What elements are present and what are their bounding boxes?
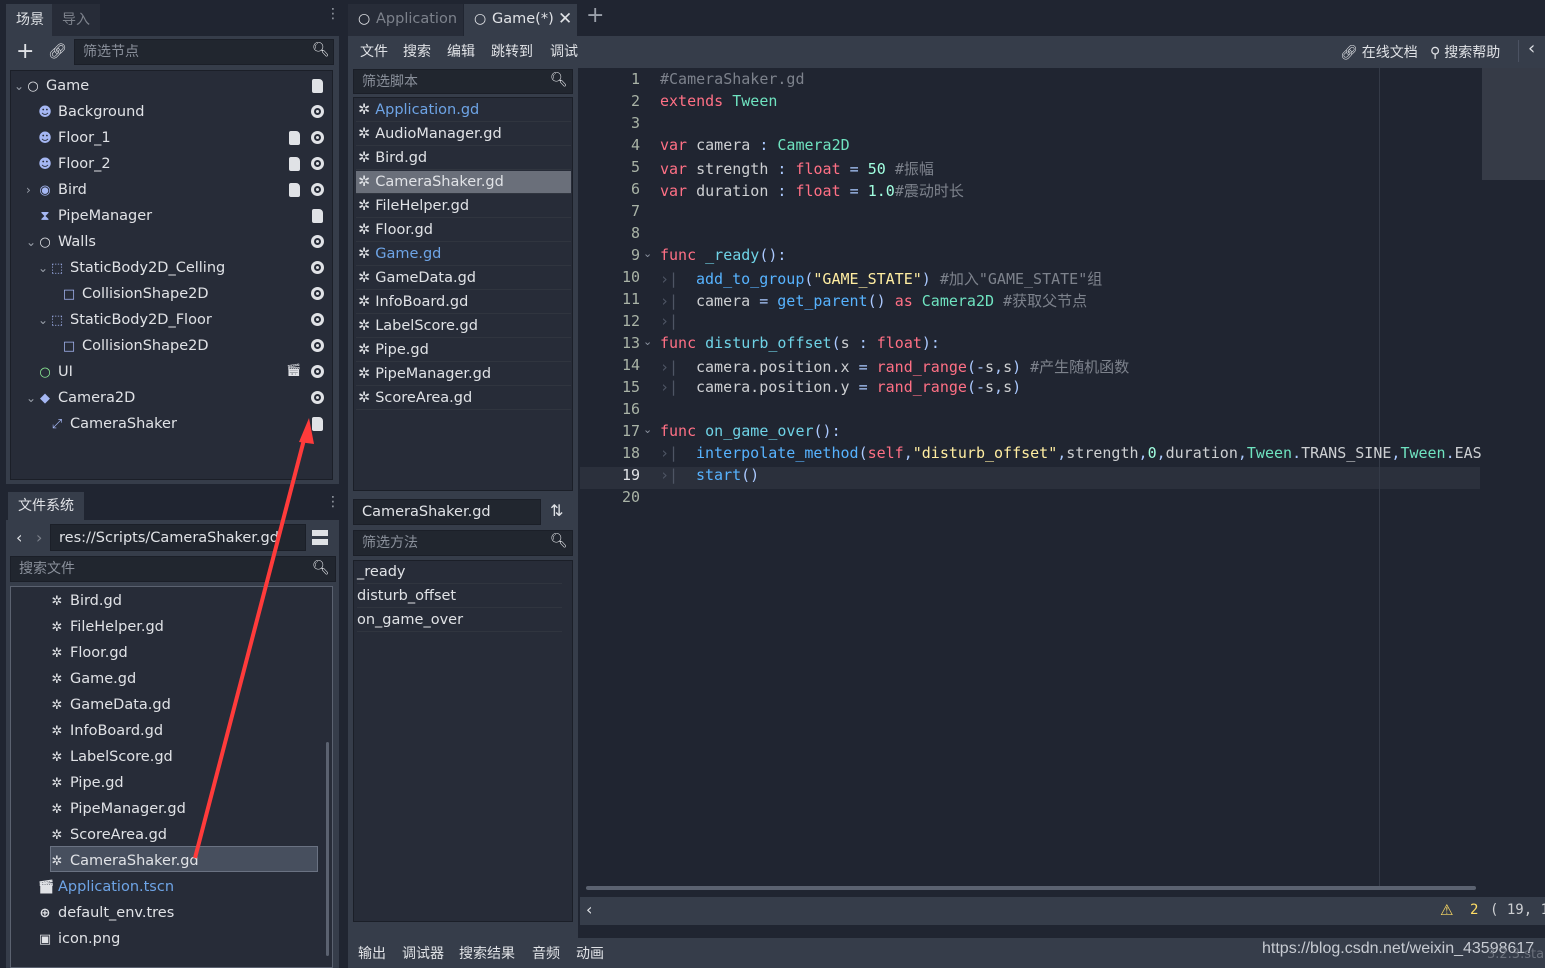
annotation-arrow bbox=[193, 418, 314, 859]
annotation-arrow-head bbox=[299, 418, 314, 444]
annotation-arrow-line bbox=[193, 431, 308, 859]
